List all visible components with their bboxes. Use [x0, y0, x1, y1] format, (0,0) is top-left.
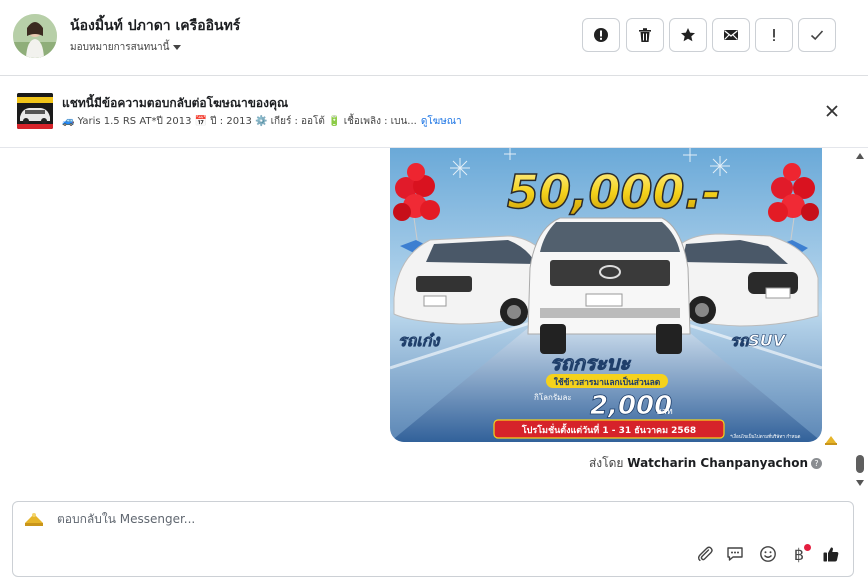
sent-by-label: ส่งโดย Watcharin Chanpanyachon?	[589, 454, 822, 473]
assign-conversation-dropdown[interactable]: มอบหมายการสนทนานี้	[70, 40, 182, 55]
pickup-label: รถกระบะ	[550, 351, 631, 375]
per-kg-text: กิโลกรัมละ	[534, 392, 572, 402]
report-button[interactable]	[582, 18, 620, 52]
attach-button[interactable]	[695, 544, 715, 564]
ad-banner-title: แชทนี้มีข้อความตอบกลับต่อโฆษณาของคุณ	[62, 96, 289, 110]
reply-input[interactable]	[57, 512, 657, 526]
notification-dot	[804, 544, 811, 551]
payment-icon: ฿	[793, 544, 805, 564]
scroll-up-icon[interactable]	[856, 153, 864, 159]
see-ad-link[interactable]: ดูโฆษณา	[421, 116, 462, 127]
ad-reply-banner: แชทนี้มีข้อความตอบกลับต่อโฆษณาของคุณ 🚙 Y…	[0, 76, 868, 148]
close-icon	[826, 105, 838, 117]
contact-avatar[interactable]	[13, 14, 57, 58]
contact-name[interactable]: น้องมิ้นท์ ปภาดา เครืออินทร์	[70, 15, 240, 37]
promo-price: 50,000.-	[507, 165, 721, 219]
scrollbar-thumb[interactable]	[856, 455, 864, 473]
saved-replies-button[interactable]	[725, 544, 745, 564]
info-icon[interactable]: ?	[811, 458, 822, 469]
thread-scrollbar[interactable]	[852, 148, 868, 500]
mark-done-button[interactable]	[798, 18, 836, 52]
saved-reply-icon	[727, 547, 743, 561]
sender-name[interactable]: Watcharin Chanpanyachon	[627, 456, 808, 470]
trash-icon	[639, 28, 651, 42]
attachment-icon	[697, 546, 713, 562]
close-banner-button[interactable]	[824, 103, 840, 119]
chevron-down-icon	[173, 44, 182, 50]
assign-label: มอบหมายการสนทนานี้	[70, 42, 170, 53]
star-button[interactable]	[669, 18, 707, 52]
mark-unread-button[interactable]	[712, 18, 750, 52]
payment-button[interactable]: ฿	[789, 544, 811, 564]
page-avatar	[23, 511, 45, 529]
suv-label: รถSUV	[730, 331, 787, 350]
message-image-attachment[interactable]: 50,000.- รถเก๋ง รถSUV รถกระบะ ใช้ข้าวสาร…	[390, 148, 822, 442]
message-thread: 50,000.- รถเก๋ง รถSUV รถกระบะ ใช้ข้าวสาร…	[0, 148, 868, 500]
conversation-header: น้องมิ้นท์ ปภาดา เครืออินทร์ มอบหมายการส…	[0, 0, 868, 76]
envelope-icon	[724, 30, 738, 40]
pickup-truck	[527, 217, 691, 354]
ad-thumbnail[interactable]	[17, 93, 53, 129]
exclamation-icon	[773, 29, 775, 41]
like-button[interactable]	[821, 544, 841, 564]
sedan-label: รถเก๋ง	[398, 331, 440, 350]
alert-circle-icon	[594, 28, 608, 42]
scroll-down-icon[interactable]	[856, 480, 864, 486]
like-icon	[823, 547, 839, 562]
emoji-button[interactable]	[758, 544, 778, 564]
reply-composer: ฿	[12, 501, 854, 577]
suv-car	[669, 233, 819, 327]
promo-unit: บาท	[656, 407, 673, 417]
check-icon	[810, 30, 824, 41]
page-logo-icon	[824, 431, 838, 445]
sent-by-prefix: ส่งโดย	[588, 456, 624, 470]
delete-button[interactable]	[626, 18, 664, 52]
star-icon	[681, 28, 695, 42]
mark-important-button[interactable]	[755, 18, 793, 52]
emoji-icon	[760, 546, 776, 562]
ad-banner-details: 🚙 Yaris 1.5 RS AT*ปี 2013 📅 ปี : 2013 ⚙️…	[62, 114, 462, 129]
ad-details-text: 🚙 Yaris 1.5 RS AT*ปี 2013 📅 ปี : 2013 ⚙️…	[62, 116, 417, 127]
